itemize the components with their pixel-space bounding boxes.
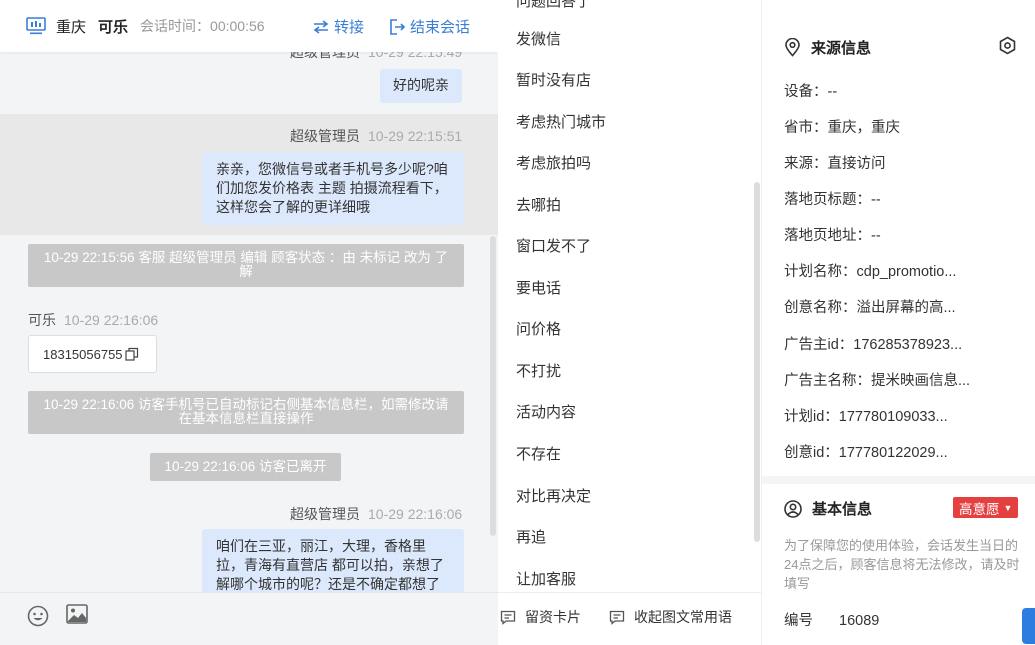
- visitor-message-bubble: 18315056755: [28, 335, 157, 373]
- basic-info-header: 基本信息: [784, 498, 872, 519]
- system-notice: 10-29 22:15:56 客服 超级管理员 编辑 顾客状态 ：由 未标记 改…: [28, 244, 464, 287]
- info-source: 来源：直接访问: [784, 156, 886, 172]
- collapse-phrases-label: 收起图文常用语: [634, 609, 732, 625]
- message-sender-line: 超级管理员 10-29 22:16:06: [290, 504, 462, 524]
- visitor-message-text: 18315056755: [43, 346, 123, 362]
- chat-scrollbar[interactable]: [490, 236, 496, 536]
- chat-panel: 超级管理员 10-29 22:15:49 好的呢亲 超级管理员 10-29 22:1…: [0, 0, 498, 645]
- source-info-title: 来源信息: [811, 40, 872, 57]
- floating-side-button[interactable]: [1022, 608, 1035, 644]
- quick-reply-footer: 留资卡片 收起图文常用语: [498, 592, 762, 645]
- emoji-icon[interactable]: [27, 605, 49, 627]
- system-notice: 10-29 22:16:06 访客已离开: [150, 453, 341, 481]
- message-time: 10-29 22:15:51: [368, 128, 463, 144]
- info-creative-name: 创意名称：溢出屏幕的高...: [784, 300, 956, 316]
- visitor-city: 重庆: [56, 18, 87, 36]
- quick-reply-item[interactable]: 不存在: [516, 443, 561, 464]
- info-creative-id: 创意id：177780122029...: [784, 445, 948, 461]
- intent-dropdown[interactable]: 高意愿 ▼: [953, 497, 1019, 518]
- customer-id-label: 编号: [784, 613, 813, 629]
- visitor-name: 可乐: [98, 18, 129, 36]
- leave-card-button[interactable]: 留资卡片: [500, 607, 581, 627]
- copy-icon[interactable]: [124, 347, 139, 361]
- message-sender: 超级管理员: [290, 128, 360, 144]
- end-session-label: 结束会话: [410, 19, 471, 36]
- info-advertiser-name: 广告主名称：提米映画信息...: [784, 373, 971, 389]
- quick-reply-list: 问题回答了 发微信 暂时没有店 考虑热门城市 考虑旅拍吗 去哪拍 窗口发不了 要…: [498, 0, 762, 592]
- quick-reply-item[interactable]: 发微信: [516, 28, 561, 49]
- message-sender-line: 可乐 10-29 22:16:06: [28, 310, 158, 330]
- section-divider: [762, 476, 1035, 484]
- quick-reply-item[interactable]: 对比再决定: [516, 485, 591, 506]
- leave-card-label: 留资卡片: [525, 609, 581, 625]
- exit-icon: [390, 18, 406, 35]
- quick-reply-item[interactable]: 窗口发不了: [516, 235, 591, 256]
- quick-reply-panel: 问题回答了 发微信 暂时没有店 考虑热门城市 考虑旅拍吗 去哪拍 窗口发不了 要…: [498, 0, 762, 645]
- quick-reply-item[interactable]: 考虑旅拍吗: [516, 152, 591, 173]
- quick-reply-item[interactable]: 活动内容: [516, 401, 576, 422]
- transfer-label: 转接: [334, 19, 365, 36]
- basic-info-title: 基本信息: [812, 501, 873, 518]
- session-timer: 会话时间：00:00:56: [140, 18, 265, 34]
- quick-reply-item[interactable]: 再追: [516, 526, 546, 547]
- info-landing-title: 落地页标题：--: [784, 192, 881, 208]
- collapse-phrases-button[interactable]: 收起图文常用语: [609, 607, 732, 627]
- quick-reply-item[interactable]: 去哪拍: [516, 194, 561, 215]
- end-session-button[interactable]: 结束会话: [389, 16, 470, 37]
- message-time: 10-29 22:16:06: [368, 506, 463, 522]
- source-info-header: 来源信息: [784, 37, 871, 58]
- customer-id-row: 编号 16089: [784, 609, 879, 630]
- location-pin-icon: [785, 38, 800, 57]
- message-sender: 超级管理员: [290, 506, 360, 522]
- settings-icon[interactable]: [998, 36, 1017, 55]
- message-icon: [609, 610, 625, 625]
- chat-input-toolbar: [0, 592, 498, 645]
- edit-notice: 为了保障您的使用体验，会话发生当日的24点之后，顾客信息将无法修改，请及时填写: [784, 538, 1020, 591]
- intent-label: 高意愿: [959, 501, 1000, 517]
- agent-message-bubble: 咱们在三亚，丽江，大理，香格里拉，青海有直营店 都可以拍，亲想了解哪个城市的呢？…: [202, 529, 464, 592]
- info-advertiser-id: 广告主id：176285378923...: [784, 337, 963, 353]
- info-device: 设备：--: [784, 84, 838, 100]
- customer-id-value: 16089: [839, 613, 880, 629]
- caret-down-icon: ▼: [1003, 502, 1013, 513]
- message-sender: 可乐: [28, 312, 56, 328]
- monitor-icon: [26, 17, 46, 35]
- quick-reply-item[interactable]: 问价格: [516, 318, 561, 339]
- quick-reply-item[interactable]: 要电话: [516, 277, 561, 298]
- info-province-city: 省市：重庆，重庆: [784, 120, 900, 136]
- quick-reply-item[interactable]: 问题回答了: [516, 0, 591, 11]
- chat-header: 重庆 可乐 会话时间：00:00:56 转接 结束会话: [0, 0, 498, 52]
- quick-reply-item[interactable]: 不打扰: [516, 360, 561, 381]
- system-notice: 10-29 22:16:06 访客手机号已自动标记右侧基本信息栏，如需修改请在基…: [28, 391, 464, 434]
- card-icon: [500, 610, 516, 625]
- quick-reply-scrollbar[interactable]: [754, 182, 760, 542]
- transfer-button[interactable]: 转接: [312, 16, 364, 37]
- message-list[interactable]: 超级管理员 10-29 22:15:49 好的呢亲 超级管理员 10-29 22:1…: [0, 0, 498, 592]
- app-root: 超级管理员 10-29 22:15:49 好的呢亲 超级管理员 10-29 22:1…: [0, 0, 1035, 645]
- message-sender-line: 超级管理员 10-29 22:15:51: [290, 126, 462, 146]
- info-plan-id: 计划id：177780109033...: [784, 409, 948, 425]
- agent-message-bubble: 好的呢亲: [380, 69, 462, 103]
- transfer-icon: [313, 19, 329, 34]
- image-icon[interactable]: [66, 604, 88, 624]
- info-landing-url: 落地页地址：--: [784, 228, 881, 244]
- info-plan-name: 计划名称：cdp_promotio...: [784, 264, 957, 280]
- message-time: 10-29 22:16:06: [64, 312, 159, 328]
- info-panel: 来源信息 设备：-- 省市：重庆，重庆 来源：直接访问 落地页标题：-- 落地页…: [762, 0, 1035, 645]
- quick-reply-item[interactable]: 让加客服: [516, 568, 576, 589]
- agent-message-bubble: 亲亲，您微信号或者手机号多少呢?咱们加您发价格表 主题 拍摄流程看下，这样您会了…: [202, 152, 464, 225]
- user-circle-icon: [784, 499, 802, 518]
- quick-reply-item[interactable]: 暂时没有店: [516, 69, 591, 90]
- quick-reply-item[interactable]: 考虑热门城市: [516, 111, 606, 132]
